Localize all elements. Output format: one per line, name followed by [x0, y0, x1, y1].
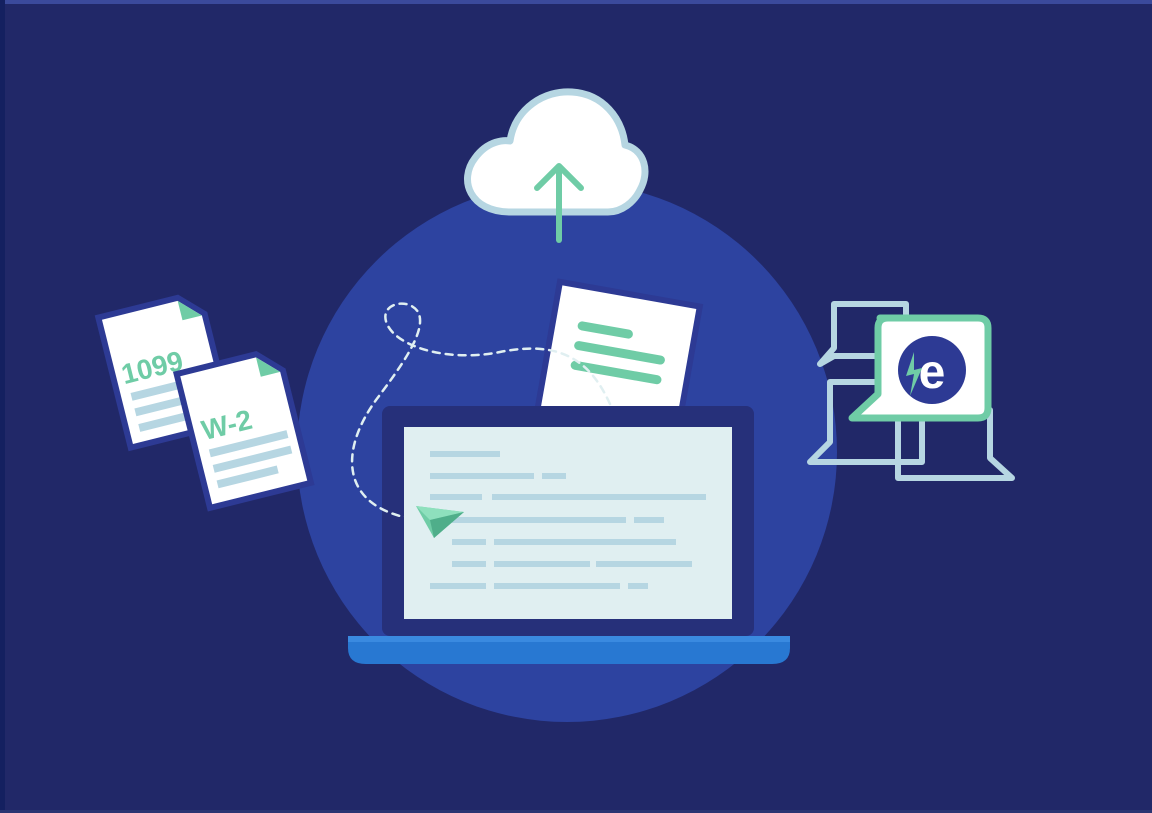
tax-form-w2-icon: W-2 — [173, 351, 315, 512]
laptop-icon — [348, 406, 790, 664]
brand-logo-icon: e — [848, 314, 992, 422]
illustration-svg: 1099 W-2 e — [94, 88, 1015, 722]
illustration-scene: 1099 W-2 e — [0, 0, 1152, 813]
brand-letter: e — [919, 346, 946, 399]
